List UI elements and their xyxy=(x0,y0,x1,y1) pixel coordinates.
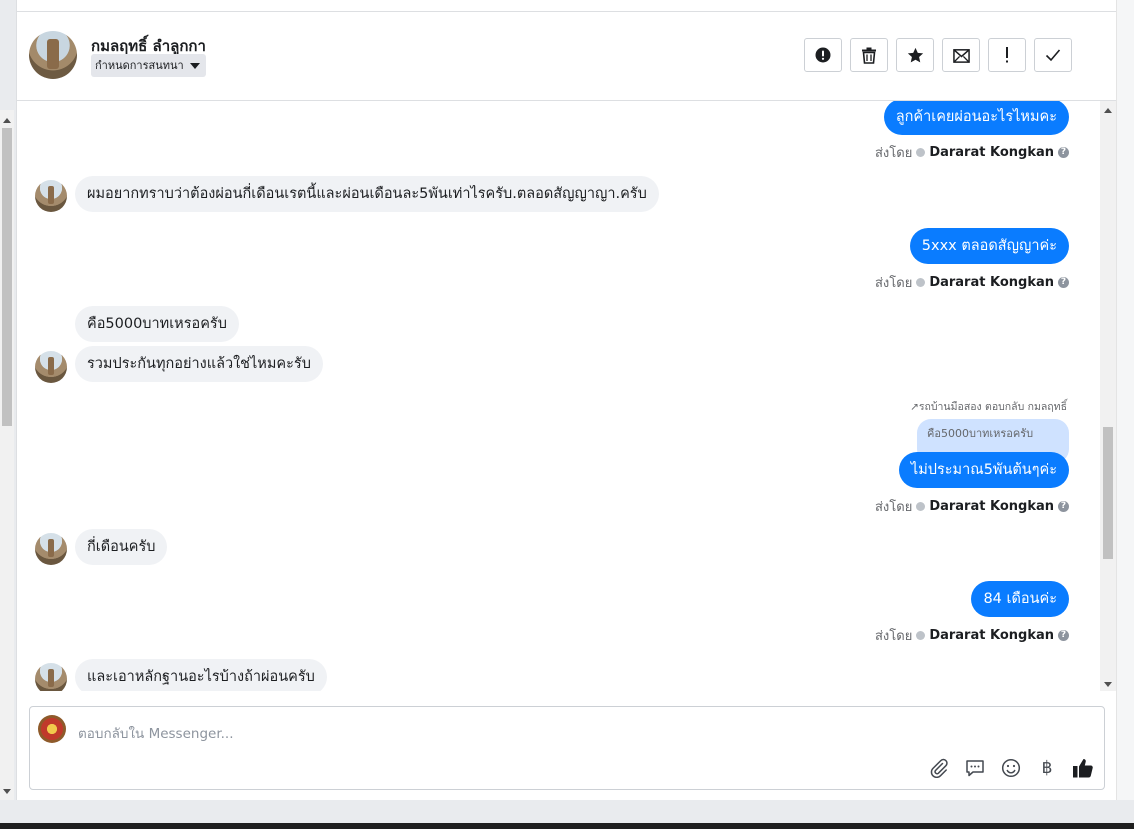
thumbs-up-icon xyxy=(1073,759,1093,778)
reply-note: ↗รถบ้านมือสอง ตอบกลับ กมลฤทธิ์ xyxy=(910,401,1067,413)
star-icon xyxy=(907,47,923,62)
baht-icon: ฿ xyxy=(1041,758,1053,778)
reply-composer[interactable]: ตอบกลับใน Messenger... ฿ xyxy=(29,706,1105,790)
incoming-message[interactable]: ผมอยากทราบว่าต้องผ่อนกี่เดือนเรตนี้และผ่… xyxy=(75,176,659,212)
verified-dot-icon xyxy=(916,148,926,157)
sent-by-label: ส่งโดย xyxy=(874,276,913,291)
contact-avatar-small xyxy=(35,180,67,212)
incoming-message[interactable]: คือ5000บาทเหรอครับ xyxy=(75,306,239,342)
page-scrollbar[interactable] xyxy=(0,110,14,800)
payment-button[interactable]: ฿ xyxy=(1036,757,1058,779)
scroll-thumb[interactable] xyxy=(1103,427,1113,559)
assign-label: กำหนดการสนทนา xyxy=(95,59,184,72)
reply-input[interactable]: ตอบกลับใน Messenger... xyxy=(78,722,234,744)
help-icon[interactable]: ? xyxy=(1058,147,1069,158)
follow-up-button[interactable] xyxy=(988,38,1026,72)
sent-by-line: ส่งโดย Dararat Kongkan ? xyxy=(875,142,1069,163)
alert-circle-icon xyxy=(815,47,831,63)
outgoing-message[interactable]: ไม่ประมาณ5พันต้นๆค่ะ xyxy=(898,452,1069,488)
composer-tools: ฿ xyxy=(928,757,1094,779)
attach-button[interactable] xyxy=(928,757,950,779)
scroll-down-arrow[interactable] xyxy=(3,789,11,794)
sent-by-line: ส่งโดย Dararat Kongkan ? xyxy=(875,272,1069,293)
verified-dot-icon xyxy=(916,502,926,511)
verified-dot-icon xyxy=(916,278,926,287)
attachment-icon xyxy=(930,758,948,778)
trash-icon xyxy=(862,47,876,64)
delete-button[interactable] xyxy=(850,38,888,72)
agent-name: Dararat Kongkan xyxy=(929,275,1054,290)
conversation-panel: กมลฤทธิ์ ลำลูกกา กำหนดการสนทนา ลูกค้าเคย… xyxy=(16,0,1116,800)
scroll-down-arrow[interactable] xyxy=(1104,682,1112,687)
contact-avatar-small xyxy=(35,663,67,691)
scroll-thumb[interactable] xyxy=(2,128,12,426)
taskbar-strip xyxy=(0,823,1134,829)
scroll-up-arrow[interactable] xyxy=(1104,108,1112,113)
exclamation-icon xyxy=(1006,47,1008,63)
header-actions xyxy=(804,38,1072,72)
help-icon[interactable]: ? xyxy=(1058,501,1069,512)
saved-replies-button[interactable] xyxy=(964,757,986,779)
emoji-icon xyxy=(1001,758,1021,778)
sent-by-label: ส่งโดย xyxy=(874,146,913,161)
mark-done-button[interactable] xyxy=(1034,38,1072,72)
agent-name: Dararat Kongkan xyxy=(929,499,1054,514)
contact-avatar-small xyxy=(35,351,67,383)
contact-avatar-small xyxy=(35,533,67,565)
checkmark-icon xyxy=(1045,49,1061,62)
sent-by-line: ส่งโดย Dararat Kongkan ? xyxy=(875,625,1069,646)
contact-avatar[interactable] xyxy=(29,31,77,79)
agent-name: Dararat Kongkan xyxy=(929,628,1054,643)
help-icon[interactable]: ? xyxy=(1058,277,1069,288)
incoming-message[interactable]: และเอาหลักฐานอะไรบ้างถ้าผ่อนครับ xyxy=(75,659,327,691)
window-edge xyxy=(1116,0,1134,800)
thread-scrollbar[interactable] xyxy=(1100,101,1116,691)
sent-by-label: ส่งโดย xyxy=(874,500,913,515)
mark-spam-button[interactable] xyxy=(804,38,842,72)
sent-by-line: ส่งโดย Dararat Kongkan ? xyxy=(875,496,1069,517)
assign-conversation-dropdown[interactable]: กำหนดการสนทนา xyxy=(91,54,206,77)
help-icon[interactable]: ? xyxy=(1058,630,1069,641)
like-button[interactable] xyxy=(1072,757,1094,779)
conversation-header: กมลฤทธิ์ ลำลูกกา กำหนดการสนทนา xyxy=(17,12,1116,101)
caret-down-icon xyxy=(189,63,200,69)
mark-unread-button[interactable] xyxy=(942,38,980,72)
incoming-message[interactable]: กี่เดือนครับ xyxy=(75,529,168,565)
incoming-message[interactable]: รวมประกันทุกอย่างแล้วใช่ไหมคะรับ xyxy=(75,346,323,382)
sent-by-label: ส่งโดย xyxy=(874,629,913,644)
outgoing-message[interactable]: 5xxx ตลอดสัญญาค่ะ xyxy=(909,228,1069,264)
page-avatar xyxy=(38,715,66,743)
agent-name: Dararat Kongkan xyxy=(929,145,1054,160)
emoji-button[interactable] xyxy=(1000,757,1022,779)
verified-dot-icon xyxy=(916,631,926,640)
scroll-up-arrow[interactable] xyxy=(3,118,11,123)
saved-replies-icon xyxy=(966,760,984,777)
star-button[interactable] xyxy=(896,38,934,72)
outgoing-message[interactable]: ลูกค้าเคยผ่อนอะไรไหมคะ xyxy=(883,101,1069,135)
outgoing-message[interactable]: 84 เดือนค่ะ xyxy=(971,581,1069,617)
message-thread[interactable]: ลูกค้าเคยผ่อนอะไรไหมคะ ส่งโดย Dararat Ko… xyxy=(17,101,1099,691)
mark-unread-icon xyxy=(952,48,970,63)
